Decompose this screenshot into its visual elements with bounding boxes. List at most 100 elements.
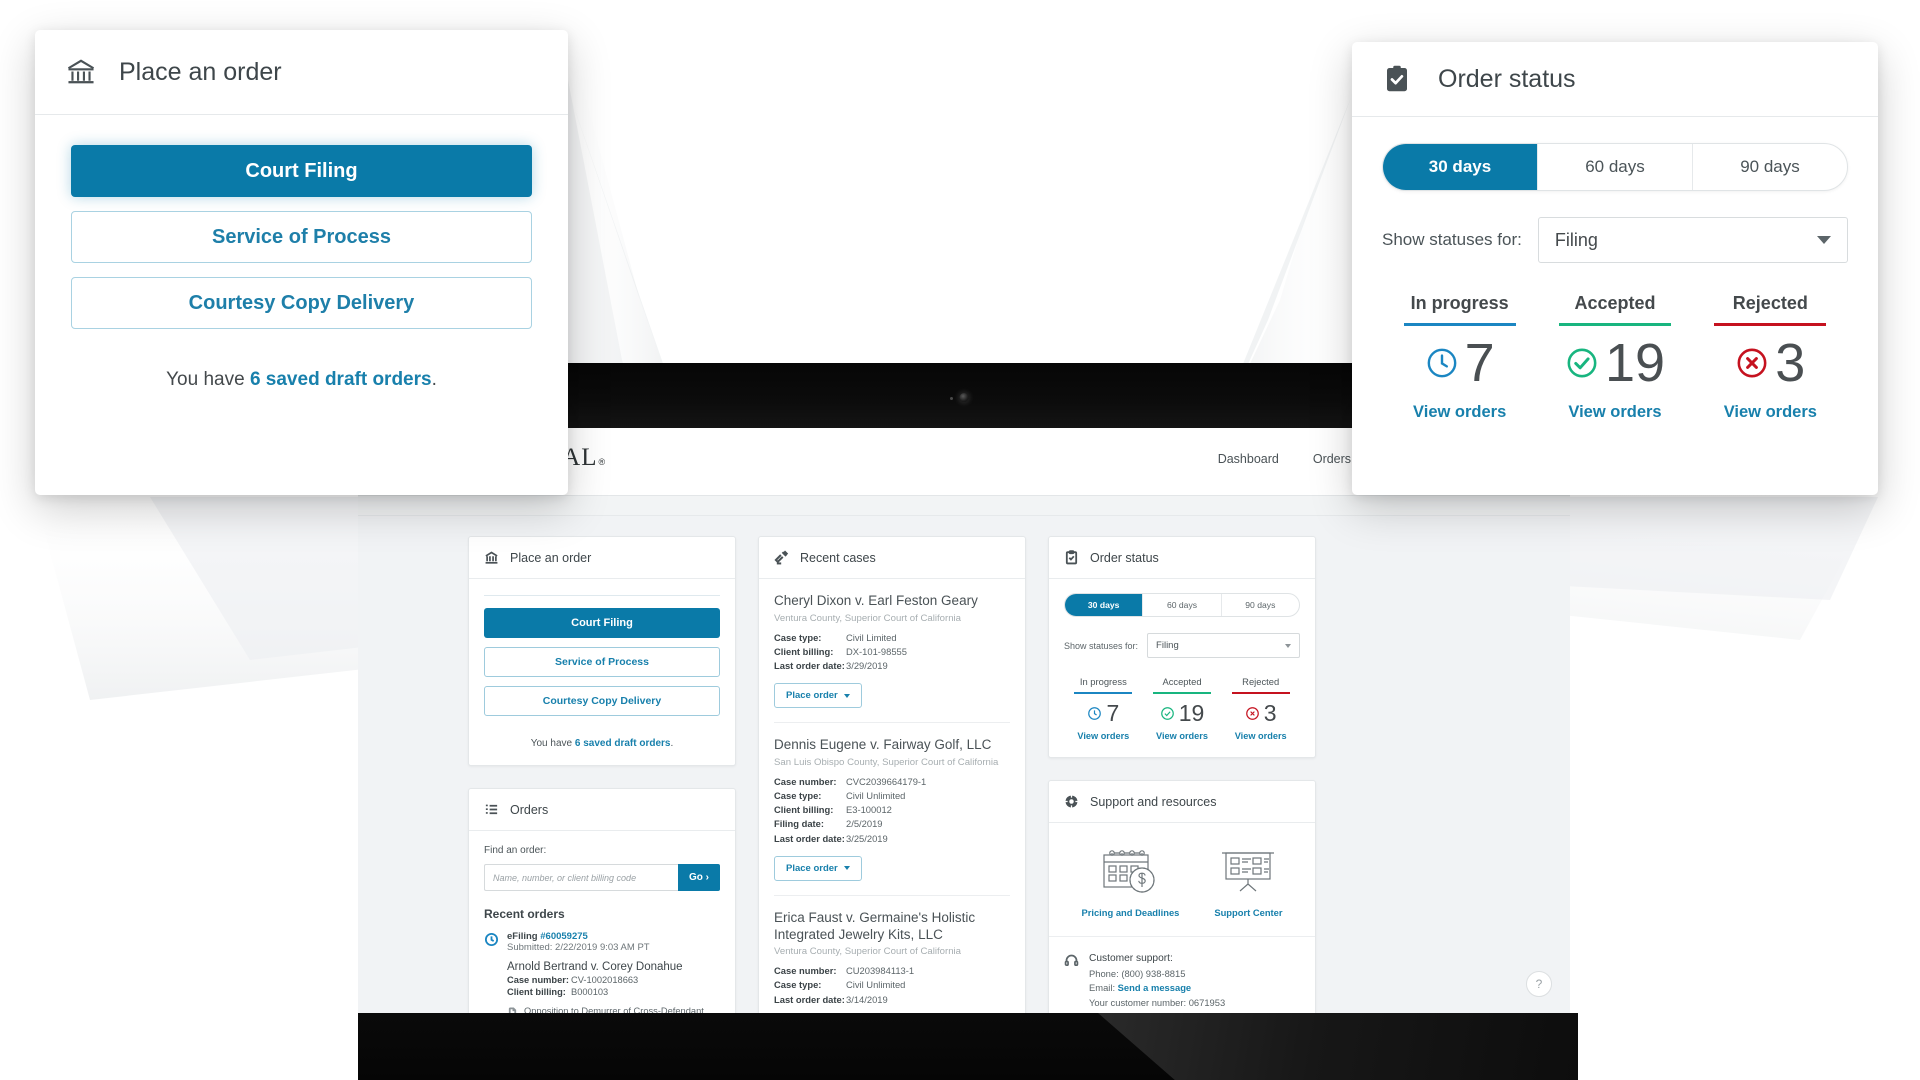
order-search-go-button[interactable]: Go › [678,864,720,891]
order-field: Client billing: B000103 [507,987,609,997]
support-tile-support-center[interactable]: Support Center [1214,847,1283,918]
nav-item-dashboard[interactable]: Dashboard [1218,452,1279,466]
range-30-days[interactable]: 30 days [1065,594,1144,616]
status-count: 3 [1263,700,1277,726]
case-court: San Luis Obispo County, Superior Court o… [774,757,999,769]
court-filing-button[interactable]: Court Filing [71,145,532,197]
callout-header: Place an order [35,30,568,115]
case-title[interactable]: Erica Faust v. Germaine's Holistic Integ… [774,910,1010,944]
status-rejected: Rejected 3 View orders [1693,293,1848,422]
bank-icon [67,59,95,84]
find-order-row: Name, number, or client billing code Go … [484,864,720,891]
status-count: 19 [1604,333,1666,393]
monitor-screen: NE LEGAL ® Dashboard Orders Cases Help A… [358,428,1570,1013]
range-90-days[interactable]: 90 days [1222,594,1299,616]
view-orders-link[interactable]: View orders [1537,403,1692,422]
range-90-days[interactable]: 90 days [1693,144,1847,190]
logo-trademark: ® [598,457,606,467]
status-filter-label: Show statuses for: [1382,230,1522,249]
status-counters: In progress 7 View orders Accepted 19 Vi… [1064,676,1300,741]
recent-orders-heading: Recent orders [484,907,565,921]
order-document: Opposition to Demurrer of Cross-Defendan… [507,1006,720,1013]
service-of-process-button[interactable]: Service of Process [484,647,720,677]
card-header: Place an order [469,537,735,579]
list-item: eFiling #60059275 Submitted: 2/22/2019 9… [484,931,720,953]
order-case-name: Arnold Bertrand v. Corey Donahue [507,961,683,973]
status-value-row: 7 [1382,336,1537,390]
support-tiles: Pricing and Deadlines Support Center [1064,837,1300,924]
case-field: Client billing: E3-100012 [774,804,892,816]
card-header: Support and resources [1049,781,1315,823]
saved-drafts-line: You have 6 saved draft orders. [166,369,437,390]
nav-item-orders[interactable]: Orders [1313,452,1351,466]
view-orders-link[interactable]: View orders [1143,731,1222,741]
help-fab-button[interactable]: ? [1526,971,1552,997]
case-title[interactable]: Dennis Eugene v. Fairway Golf, LLC [774,737,1010,754]
range-60-days[interactable]: 60 days [1143,594,1222,616]
place-order-button[interactable]: Place order [774,855,862,881]
case-field: Case type: Civil Unlimited [774,979,906,991]
status-filter-label: Show statuses for: [1064,640,1139,651]
service-of-process-button[interactable]: Service of Process [71,211,532,263]
status-count: 7 [1106,700,1120,726]
check-circle-icon [1160,707,1174,720]
dashboard-column-right: Order status 30 days 60 days 90 days Sho… [1048,536,1552,1013]
case-title[interactable]: Cheryl Dixon v. Earl Feston Geary [774,593,1010,610]
card-header: Recent cases [759,537,1025,579]
order-number-link[interactable]: #60059275 [540,931,588,942]
chevron-down-icon [1817,236,1831,244]
view-orders-link[interactable]: View orders [1221,731,1300,741]
status-value-row: 19 [1143,700,1222,727]
status-filter-row: Show statuses for: Filing [1064,633,1300,658]
status-value-row: 3 [1221,700,1300,727]
saved-drafts-link[interactable]: 6 saved draft orders [575,738,671,749]
divider [484,595,720,596]
case-court: Ventura County, Superior Court of Califo… [774,946,961,958]
callout-body: 30 days 60 days 90 days Show statuses fo… [1352,117,1878,448]
callout-title: Place an order [119,57,282,86]
calendar-dollar-icon [1103,850,1156,893]
case-field: Last order date: 3/29/2019 [774,660,888,672]
range-60-days[interactable]: 60 days [1538,144,1693,190]
order-submitted: Submitted: 2/22/2019 9:03 AM PT [507,942,650,953]
view-orders-link[interactable]: View orders [1064,731,1143,741]
range-selector: 30 days 60 days 90 days [1064,593,1300,617]
order-field: Case number: CV-1002018663 [507,975,639,985]
send-a-message-link[interactable]: Send a message [1118,982,1191,993]
status-value-row: 19 [1537,336,1692,390]
status-filter-select[interactable]: Filing [1147,633,1300,658]
support-tile-label: Support Center [1214,907,1283,918]
case-item: Cheryl Dixon v. Earl Feston Geary Ventur… [774,593,1010,724]
place-order-button[interactable]: Place order [774,683,862,709]
saved-drafts-link[interactable]: 6 saved draft orders [250,369,432,390]
range-30-days[interactable]: 30 days [1383,144,1538,190]
x-circle-icon [1245,707,1259,720]
status-count: 19 [1178,700,1205,726]
status-accepted: Accepted 19 View orders [1537,293,1692,422]
view-orders-link[interactable]: View orders [1693,403,1848,422]
list-icon [484,802,499,817]
status-in-progress: In progress 7 View orders [1064,676,1143,741]
status-label: Rejected [1732,293,1808,313]
courtesy-copy-delivery-button[interactable]: Courtesy Copy Delivery [484,686,720,716]
view-orders-link[interactable]: View orders [1382,403,1537,422]
dashboard-column-center: Recent cases Cheryl Dixon v. Earl Feston… [758,536,1026,1013]
gavel-icon [774,550,789,565]
case-item: Erica Faust v. Germaine's Holistic Integ… [774,910,1010,1013]
status-filter-select[interactable]: Filing [1537,217,1848,263]
clipboard-check-icon [1064,550,1079,565]
status-underline [1074,692,1133,694]
divider [1049,936,1315,937]
case-field: Case number: CU203984113-1 [774,965,915,977]
customer-support-title: Customer support: [1089,953,1173,964]
court-filing-button[interactable]: Court Filing [484,608,720,638]
card-title: Orders [510,802,549,817]
status-filter-row: Show statuses for: Filing [1382,217,1848,263]
support-tile-pricing[interactable]: Pricing and Deadlines [1081,847,1179,918]
monitor-sensor-dot [950,397,953,400]
courtesy-copy-delivery-button[interactable]: Courtesy Copy Delivery [71,277,532,329]
site-subbar [358,496,1570,516]
order-search-input[interactable]: Name, number, or client billing code [484,864,678,891]
headset-icon [1064,953,1079,968]
support-phone: Phone: (800) 938-8815 [1089,967,1186,979]
